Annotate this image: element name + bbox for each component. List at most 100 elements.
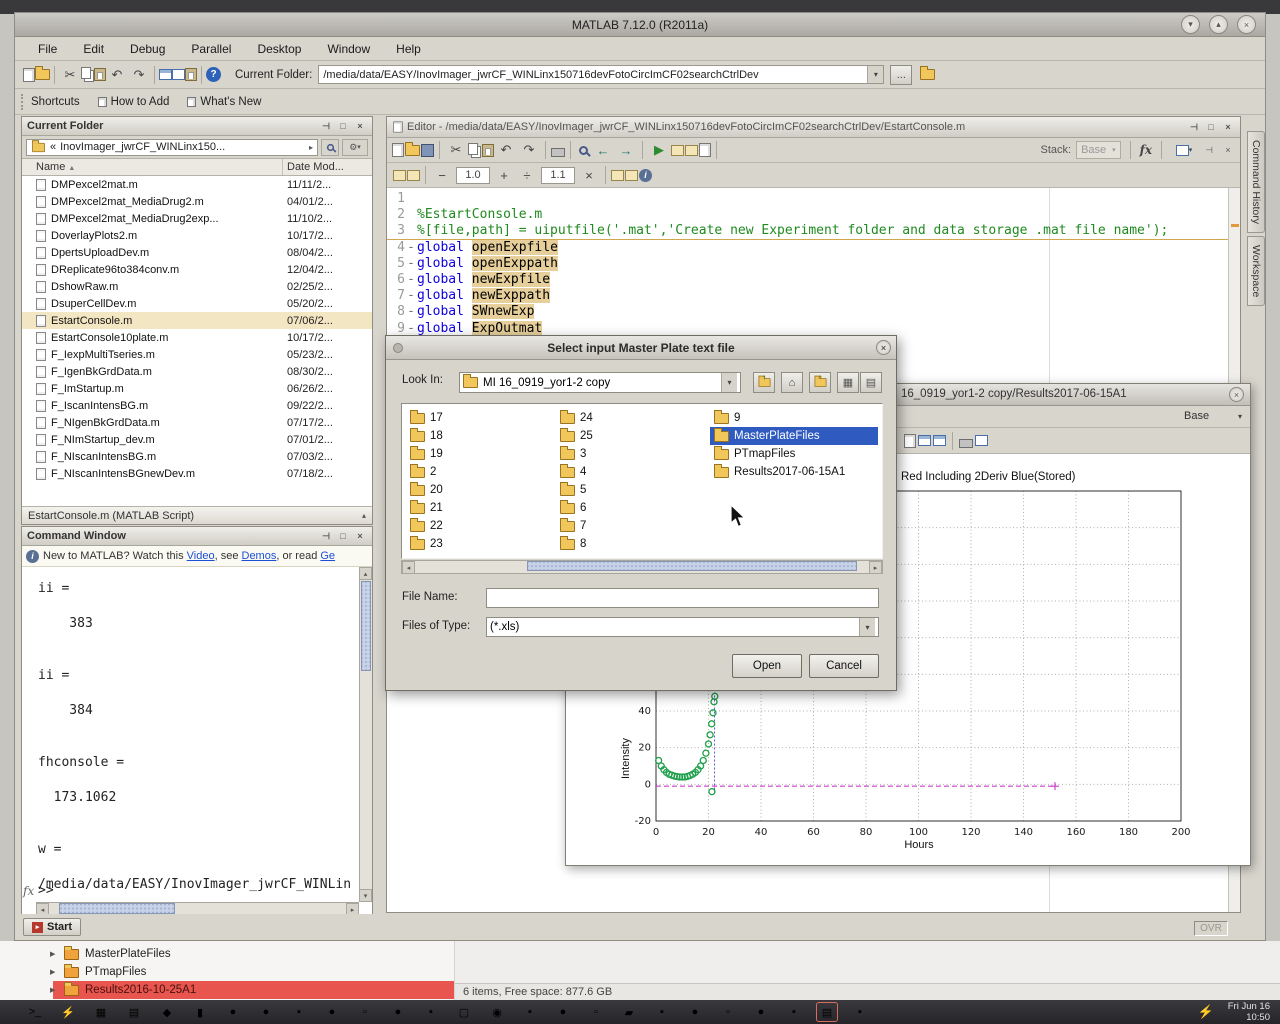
shortcut-item[interactable]: Shortcuts xyxy=(31,96,80,108)
info-icon[interactable]: i xyxy=(639,169,652,182)
file-row[interactable]: F_NImStartup_dev.m 07/01/2... xyxy=(22,431,372,448)
tree-row[interactable]: ▶ PTmapFiles xyxy=(0,963,454,981)
file-row[interactable]: DMPexcel2mat_MediaDrug2.m 04/01/2... xyxy=(22,193,372,210)
expand-icon[interactable]: ▶ xyxy=(50,968,58,976)
app-icon[interactable]: ▪ xyxy=(849,1002,871,1022)
current-folder-header[interactable]: Current Folder ⊣ □ × xyxy=(22,117,372,136)
minimized-panel-tab[interactable]: Workspace xyxy=(1247,236,1265,306)
window-maximize-button[interactable]: ▴ xyxy=(1209,15,1228,34)
undo-icon[interactable]: ↶ xyxy=(106,64,128,86)
actions-menu-button[interactable]: ⚙▾ xyxy=(342,139,368,156)
folder-item[interactable]: 22 xyxy=(406,517,556,535)
file-row[interactable]: EstartConsole10plate.m 10/17/2... xyxy=(22,329,372,346)
cut-icon[interactable]: ✂ xyxy=(445,139,467,161)
banner-text[interactable]: , see xyxy=(215,550,242,562)
toolbar-separator[interactable] xyxy=(952,432,953,450)
copy-icon[interactable] xyxy=(81,67,91,79)
terminal-icon[interactable]: >_ xyxy=(24,1002,46,1022)
cell-menu-icon[interactable] xyxy=(407,170,420,181)
scroll-thumb[interactable] xyxy=(527,561,857,571)
new-script-icon[interactable] xyxy=(392,143,404,157)
banner-text[interactable]: Demos xyxy=(242,550,277,562)
search-button[interactable] xyxy=(321,139,339,156)
find-icon[interactable] xyxy=(579,146,588,155)
folder-item[interactable]: 25 xyxy=(556,427,710,445)
value-box[interactable]: 1.1 xyxy=(541,167,575,184)
folder-item[interactable]: 19 xyxy=(406,445,556,463)
menu-item[interactable]: Window xyxy=(314,42,383,56)
file-row[interactable]: F_NIscanIntensBG.m 07/03/2... xyxy=(22,448,372,465)
column-divider[interactable] xyxy=(282,159,283,175)
shortcut-item[interactable]: How to Add xyxy=(98,96,170,108)
menu-item[interactable]: File xyxy=(25,42,70,56)
close-icon[interactable]: × xyxy=(353,529,367,543)
list-view-button[interactable]: ▤ xyxy=(860,372,882,393)
save-icon[interactable] xyxy=(421,144,434,157)
collapsed-crumbs-icon[interactable]: « xyxy=(50,141,56,153)
chevron-down-icon[interactable]: ▾ xyxy=(859,618,875,636)
window-shade-button[interactable]: ▾ xyxy=(1181,15,1200,34)
folder-item[interactable]: PTmapFiles xyxy=(710,445,878,463)
app-icon[interactable]: ▪ xyxy=(288,1002,310,1022)
files-icon[interactable]: ▤ xyxy=(123,1002,145,1022)
simulink-icon[interactable] xyxy=(159,69,172,80)
up-one-folder-icon[interactable] xyxy=(916,64,938,86)
address-box[interactable]: « InovImager_jwrCF_WINLinx150... ▸ xyxy=(26,139,318,156)
undock-icon[interactable]: □ xyxy=(336,119,350,133)
files-of-type-combo[interactable]: (*.xls) ▾ xyxy=(486,617,879,637)
profiler-icon[interactable] xyxy=(185,68,197,81)
column-date[interactable]: Date Mod... xyxy=(287,161,344,173)
file-details-footer[interactable]: EstartConsole.m (MATLAB Script) ▴ xyxy=(22,506,372,524)
current-folder-path-input[interactable] xyxy=(318,65,884,84)
folder-item[interactable]: 8 xyxy=(556,535,710,553)
dock-icon[interactable]: ⊣ xyxy=(319,529,333,543)
back-icon[interactable]: ← xyxy=(592,139,614,161)
fx-button[interactable]: fx xyxy=(1140,143,1152,157)
taskbar-clock[interactable]: Fri Jun 16 10:50 xyxy=(1228,1001,1270,1023)
forward-icon[interactable]: → xyxy=(615,139,637,161)
close-icon[interactable]: × xyxy=(1221,120,1235,134)
folder-item[interactable]: 3 xyxy=(556,445,710,463)
toolbar-separator[interactable] xyxy=(425,166,426,184)
undock-icon[interactable]: □ xyxy=(336,529,350,543)
power-icon[interactable]: ⚡ xyxy=(1198,1004,1214,1020)
menu-item[interactable]: Edit xyxy=(70,42,117,56)
look-in-combo[interactable]: MI 16_0919_yor1-2 copy ▾ xyxy=(459,372,741,393)
dock-icon[interactable]: ⊣ xyxy=(1202,143,1216,157)
editor-header[interactable]: Editor - /media/data/EASY/InovImager_jwr… xyxy=(387,117,1240,138)
file-row[interactable]: DpertsUploadDev.m 08/04/2... xyxy=(22,244,372,261)
redo-icon[interactable]: ↷ xyxy=(518,139,540,161)
new-script-icon[interactable] xyxy=(23,68,35,82)
app-icon[interactable]: ● xyxy=(552,1002,574,1022)
cut-icon[interactable]: ✂ xyxy=(59,64,81,86)
minimized-panel-tab[interactable]: Command History xyxy=(1247,131,1265,233)
file-row[interactable]: F_IgenBkGrdData.m 08/30/2... xyxy=(22,363,372,380)
table-icon[interactable] xyxy=(918,435,931,446)
editor-icon[interactable]: ▢ xyxy=(453,1002,475,1022)
close-icon[interactable]: × xyxy=(1221,143,1235,157)
app-icon[interactable]: ▫ xyxy=(717,1002,739,1022)
icon-view-button[interactable]: ▦ xyxy=(837,372,859,393)
launcher-icon[interactable]: ⚡ xyxy=(57,1002,79,1022)
close-icon[interactable]: × xyxy=(876,340,891,355)
cancel-button[interactable]: Cancel xyxy=(809,654,879,678)
increase-value-icon[interactable]: + xyxy=(493,164,515,186)
file-row[interactable]: F_NIscanIntensBGnewDev.m 07/18/2... xyxy=(22,465,372,482)
undock-icon[interactable]: □ xyxy=(1204,120,1218,134)
folder-item[interactable]: Results2017-06-15A1 xyxy=(710,463,878,481)
paste-icon[interactable] xyxy=(482,144,494,157)
close-icon[interactable]: × xyxy=(353,119,367,133)
folder-item[interactable]: 17 xyxy=(406,409,556,427)
toolbar-separator[interactable] xyxy=(642,141,643,159)
open-file-icon[interactable] xyxy=(405,145,420,156)
folder-item[interactable]: 18 xyxy=(406,427,556,445)
redo-icon[interactable]: ↷ xyxy=(128,64,150,86)
folder-item[interactable]: MasterPlateFiles xyxy=(710,427,878,445)
open-button[interactable]: Open xyxy=(732,654,802,678)
scroll-right-icon[interactable]: ▸ xyxy=(869,561,882,574)
dialog-titlebar[interactable]: Select input Master Plate text file × xyxy=(386,336,896,360)
command-output-area[interactable]: ii = 383 ii = 384 fhconsole = 173.1062 w… xyxy=(38,567,359,902)
undo-icon[interactable]: ↶ xyxy=(495,139,517,161)
vertical-scrollbar[interactable]: ▴ ▾ xyxy=(359,567,372,902)
banner-text[interactable]: , or read xyxy=(276,550,320,562)
